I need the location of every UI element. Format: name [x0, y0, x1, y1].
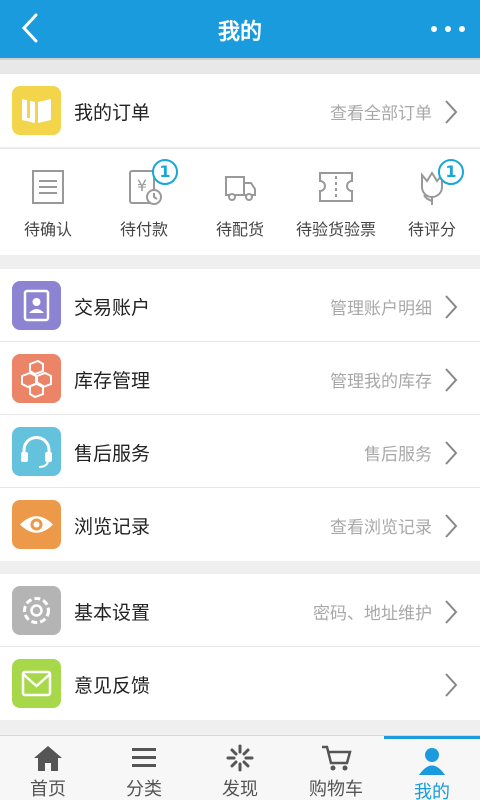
account-section: 交易账户 管理账户明细 库存管理 管理我的库存 售后服务 售后服务 浏览记录 查…	[0, 269, 480, 561]
menu-row-label: 库存管理	[74, 370, 151, 392]
user-icon	[419, 748, 445, 775]
account-icon	[12, 281, 61, 330]
truck-icon	[225, 176, 256, 201]
menu-row-browse-history[interactable]: 浏览记录 查看浏览记录	[0, 488, 480, 561]
my-orders-row[interactable]: 我的订单 查看全部订单	[0, 74, 480, 147]
ticket-icon	[319, 172, 353, 202]
discover-icon	[226, 744, 254, 772]
home-icon	[34, 746, 62, 771]
menu-row-label: 意见反馈	[74, 675, 151, 697]
chevron-right-icon	[445, 295, 458, 319]
menu-row-sub: 售后服务	[364, 445, 432, 465]
message-icon	[12, 659, 61, 708]
orders-book-icon	[12, 86, 61, 135]
order-status-pending-inspection[interactable]: 待验货验票	[288, 149, 384, 256]
order-status-label: 待付款	[119, 220, 168, 239]
order-status-pending-delivery[interactable]: 待配货	[192, 149, 288, 256]
view-all-orders-link[interactable]: 查看全部订单	[330, 99, 432, 124]
back-button[interactable]	[14, 10, 48, 46]
order-status-pending-payment[interactable]: ¥ 1 待付款	[96, 149, 192, 256]
menu-row-sub: 管理我的库存	[330, 372, 432, 392]
gear-icon	[12, 586, 61, 635]
settings-section: 基本设置 密码、地址维护 意见反馈	[0, 574, 480, 720]
menu-row-sub: 管理账户明细	[330, 299, 432, 319]
order-status-pending-confirm[interactable]: 待确认	[0, 149, 96, 256]
order-status-bar: 待确认 ¥ 1 待付款 待配货 待验货验票 1 待评分	[0, 148, 480, 255]
order-status-label: 待验货验票	[295, 220, 376, 239]
tab-cart[interactable]: 购物车	[288, 736, 384, 800]
tab-label: 分类	[126, 779, 162, 800]
top-bar: 我的	[0, 0, 480, 58]
menu-row-inventory[interactable]: 库存管理 管理我的库存	[0, 342, 480, 415]
menu-row-after-sales[interactable]: 售后服务 售后服务	[0, 415, 480, 488]
menu-row-basic-settings[interactable]: 基本设置 密码、地址维护	[0, 574, 480, 647]
tab-category[interactable]: 分类	[96, 736, 192, 800]
order-status-pending-rating[interactable]: 1 待评分	[384, 149, 480, 256]
order-status-label: 待评分	[407, 220, 456, 239]
tab-home[interactable]: 首页	[0, 736, 96, 800]
orders-card: 我的订单 查看全部订单	[0, 74, 480, 147]
headset-icon	[12, 427, 61, 476]
chevron-right-icon	[445, 368, 458, 392]
page-title: 我的	[217, 20, 262, 45]
eye-icon	[12, 500, 61, 549]
chevron-right-icon	[445, 514, 458, 538]
chevron-right-icon	[445, 100, 458, 124]
menu-icon	[132, 748, 156, 767]
tab-label: 购物车	[309, 779, 363, 800]
menu-row-label: 售后服务	[74, 443, 151, 465]
my-orders-label: 我的订单	[74, 102, 151, 124]
chevron-right-icon	[445, 673, 458, 697]
menu-row-label: 浏览记录	[74, 516, 151, 538]
menu-row-sub: 查看浏览记录	[330, 518, 432, 538]
chevron-right-icon	[445, 600, 458, 624]
svg-text:¥: ¥	[137, 176, 147, 195]
tab-label: 首页	[30, 779, 66, 800]
back-chevron-icon	[21, 13, 38, 43]
list-icon	[32, 170, 64, 204]
menu-row-trade-account[interactable]: 交易账户 管理账户明细	[0, 269, 480, 342]
tab-discover[interactable]: 发现	[192, 736, 288, 800]
tab-label: 我的	[414, 782, 450, 800]
menu-row-sub: 密码、地址维护	[313, 604, 432, 624]
tab-mine[interactable]: 我的	[384, 736, 480, 800]
tab-label: 发现	[222, 779, 258, 800]
header-divider	[0, 58, 480, 74]
menu-row-label: 交易账户	[74, 297, 151, 319]
more-button[interactable]	[428, 12, 468, 46]
order-status-label: 待配货	[215, 220, 264, 239]
badge-count: 1	[152, 159, 178, 185]
chevron-right-icon	[445, 441, 458, 465]
menu-row-label: 基本设置	[74, 602, 151, 624]
order-status-label: 待确认	[23, 220, 72, 239]
badge-count: 1	[438, 159, 464, 185]
cart-icon	[322, 745, 352, 771]
more-dots-icon	[431, 26, 465, 32]
bottom-tab-bar: 首页 分类 发现 购物车 我的	[0, 735, 480, 800]
menu-row-feedback[interactable]: 意见反馈	[0, 647, 480, 720]
boxes-icon	[12, 354, 61, 403]
